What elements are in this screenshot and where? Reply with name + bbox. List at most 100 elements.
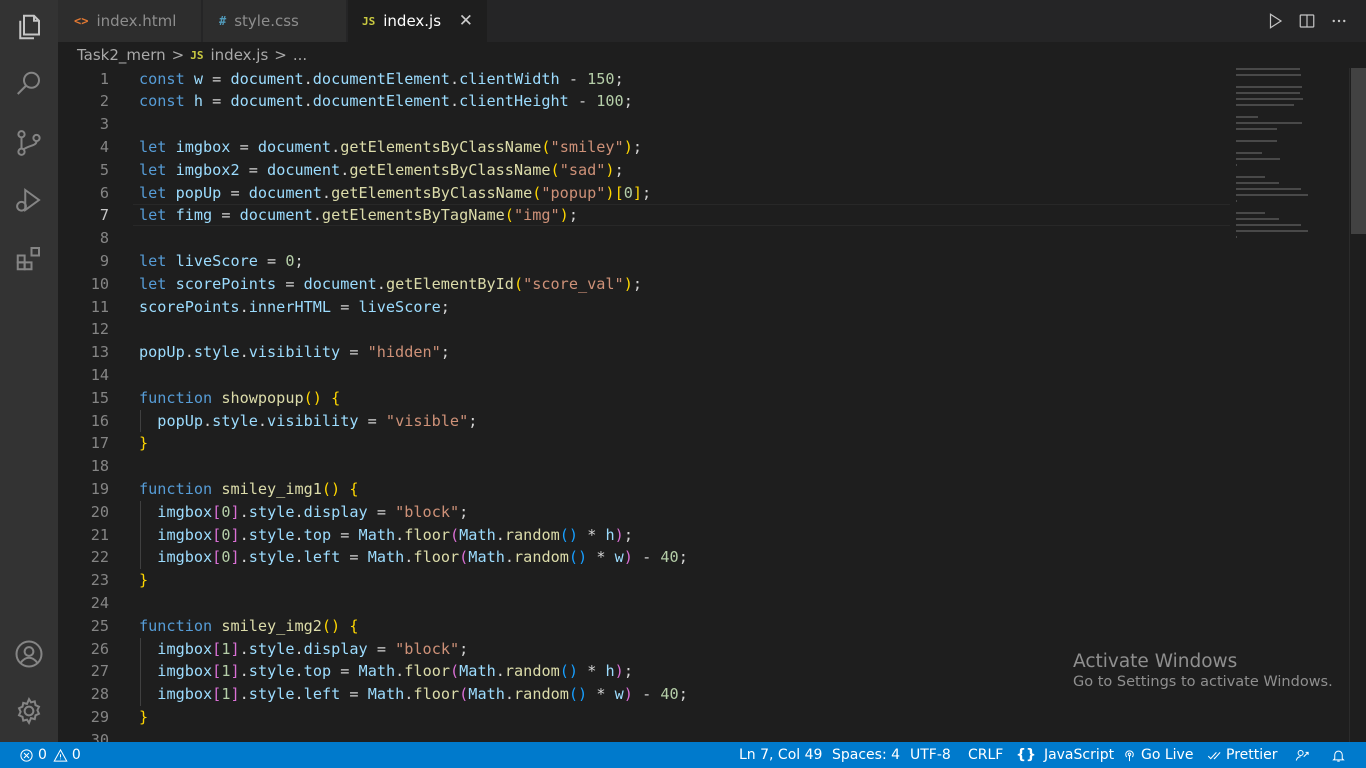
code-token: ] [632, 183, 643, 202]
code-text: imgbox[1].style.top = Math.floor(Math.ra… [139, 660, 633, 683]
accounts-button[interactable] [0, 630, 58, 678]
code-line[interactable]: 11 scorePoints.innerHTML = liveScore; [58, 296, 1230, 319]
run-debug-button[interactable] [0, 176, 58, 224]
code-token: ; [623, 662, 633, 681]
tab-index-js[interactable]: JS index.js ✕ [348, 0, 488, 42]
minimap[interactable] [1236, 68, 1348, 258]
tab-index-html[interactable]: <> index.html [58, 0, 202, 42]
code-line[interactable]: 22 imgbox[0].style.left = Math.floor(Mat… [58, 546, 1230, 569]
code-line[interactable]: 19 function smiley_img1() { [58, 478, 1230, 501]
code-line[interactable]: 6 let popUp = document.getElementsByClass… [58, 182, 1230, 205]
indentation[interactable]: Spaces: 4 [832, 742, 900, 768]
extensions-button[interactable] [0, 234, 58, 282]
vertical-scrollbar[interactable] [1349, 68, 1366, 742]
code-token: style [193, 343, 240, 362]
problems-indicator[interactable]: 0 0 [19, 742, 81, 768]
code-token: documentElement [312, 92, 450, 111]
code-line[interactable]: 26 imgbox[1].style.display = "block"; [58, 638, 1230, 661]
explorer-button[interactable] [0, 3, 58, 51]
code-line[interactable]: 4 let imgbox = document.getElementsByClas… [58, 136, 1230, 159]
source-control-button[interactable] [0, 119, 58, 167]
scrollbar-thumb[interactable] [1351, 68, 1366, 234]
code-line[interactable]: 29} [58, 706, 1230, 729]
close-icon[interactable]: ✕ [459, 11, 473, 31]
code-line[interactable]: 12 [58, 318, 1230, 341]
code-line[interactable]: 18 [58, 455, 1230, 478]
code-line[interactable]: 17} [58, 432, 1230, 455]
code-token: "smiley" [550, 137, 624, 156]
breadcrumb-file[interactable]: index.js [211, 46, 269, 64]
go-live-button[interactable]: Go Live [1122, 742, 1193, 768]
code-token: () [559, 525, 579, 544]
code-line[interactable]: 28 imgbox[1].style.left = Math.floor(Mat… [58, 683, 1230, 706]
code-line[interactable]: 3 [58, 113, 1230, 136]
code-line[interactable]: 24 [58, 592, 1230, 615]
code-token: . [395, 662, 405, 681]
code-line[interactable]: 8 [58, 227, 1230, 250]
language-mode[interactable]: {} JavaScript [1016, 742, 1114, 768]
code-line[interactable]: 5 let imgbox2 = document.getElementsByCla… [58, 159, 1230, 182]
code-line[interactable]: 23} [58, 569, 1230, 592]
code-token: ( [450, 525, 460, 544]
line-number: 14 [90, 365, 109, 384]
breadcrumb-symbols[interactable]: ... [293, 46, 307, 64]
tab-label: index.html [96, 12, 177, 30]
code-token: imgbox [157, 502, 213, 521]
feedback-button[interactable] [1295, 742, 1314, 768]
code-line[interactable]: 21 imgbox[0].style.top = Math.floor(Math… [58, 524, 1230, 547]
files-icon [19, 14, 40, 40]
code-line[interactable]: 30 [58, 729, 1230, 742]
code-token: imgbox [157, 639, 213, 658]
code-token: document [230, 69, 304, 88]
code-text: let popUp = document.getElementsByClassN… [139, 182, 651, 205]
code-line[interactable]: 25 function smiley_img2() { [58, 615, 1230, 638]
line-number: 5 [99, 160, 109, 179]
code-line[interactable]: 14 [58, 364, 1230, 387]
code-token: ( [450, 662, 460, 681]
line-ending[interactable]: CRLF [968, 742, 1003, 768]
code-text: let imgbox2 = document.getElementsByClas… [139, 159, 624, 182]
split-editor-button[interactable] [1291, 0, 1323, 42]
code-line[interactable]: 27 imgbox[1].style.top = Math.floor(Math… [58, 660, 1230, 683]
code-token: "sad" [559, 160, 606, 179]
code-line[interactable]: 20 imgbox[0].style.display = "block"; [58, 501, 1230, 524]
cursor-position[interactable]: Ln 7, Col 49 [739, 742, 822, 768]
code-token: . [449, 92, 460, 111]
code-line[interactable]: 2 const h = document.documentElement.clie… [58, 90, 1230, 113]
encoding[interactable]: UTF-8 [910, 742, 951, 768]
code-token: h [605, 662, 615, 681]
code-token: () [568, 548, 588, 567]
code-editor[interactable]: 1 const w = document.documentElement.clie… [58, 68, 1348, 742]
code-line[interactable]: 10 let scorePoints = document.getElementB… [58, 273, 1230, 296]
code-token: liveScore [358, 297, 441, 316]
more-actions-button[interactable] [1323, 0, 1355, 42]
code-line[interactable]: 15 function showpopup() { [58, 387, 1230, 410]
breadcrumb-folder[interactable]: Task2_mern [77, 46, 166, 64]
tab-style-css[interactable]: # style.css [203, 0, 347, 42]
prettier-button[interactable]: Prettier [1207, 742, 1278, 768]
manage-button[interactable] [0, 687, 58, 735]
line-number: 19 [90, 479, 109, 498]
code-line[interactable]: 7 let fimg = document.getElementsByTagNam… [58, 204, 1230, 227]
code-line[interactable]: 9 let liveScore = 0; [58, 250, 1230, 273]
code-token: Math [358, 525, 396, 544]
search-button[interactable] [0, 60, 58, 108]
code-token: imgbox [157, 662, 213, 681]
code-line[interactable]: 1 const w = document.documentElement.clie… [58, 68, 1230, 90]
run-button[interactable] [1259, 0, 1291, 42]
code-token: random [504, 525, 560, 544]
code-line[interactable]: 13 popUp.style.visibility = "hidden"; [58, 341, 1230, 364]
code-token: let [139, 206, 167, 225]
code-token: floor [413, 548, 460, 567]
notifications-button[interactable] [1331, 742, 1350, 768]
code-token: document [267, 160, 341, 179]
code-line[interactable]: 16 popUp.style.visibility = "visible"; [58, 410, 1230, 433]
code-token: left [303, 685, 341, 704]
code-token: = [212, 206, 240, 225]
code-token: ; [614, 69, 624, 88]
code-token: - [632, 685, 661, 704]
